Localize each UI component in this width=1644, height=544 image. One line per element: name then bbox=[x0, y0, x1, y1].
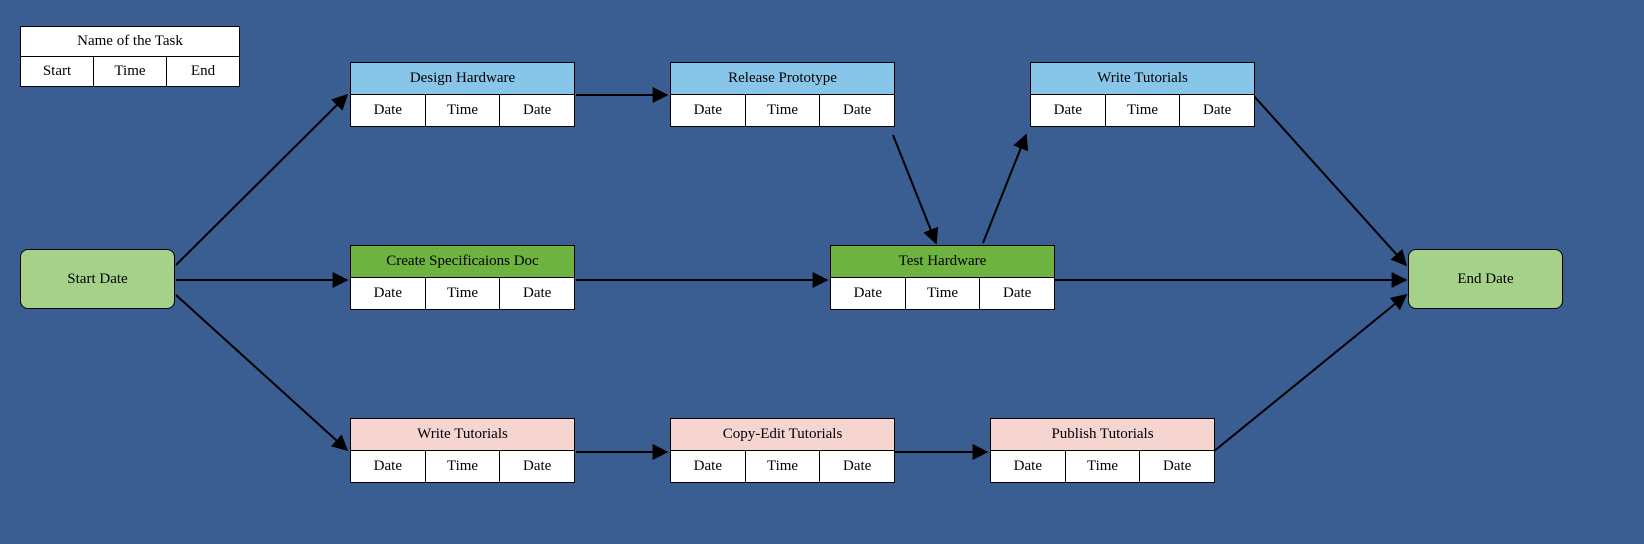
cell-time: Time bbox=[426, 278, 501, 309]
task-copy-edit-tutorials: Copy-Edit Tutorials Date Time Date bbox=[670, 418, 895, 483]
task-title: Test Hardware bbox=[831, 246, 1054, 278]
cell-end: Date bbox=[1140, 451, 1214, 482]
start-node: Start Date bbox=[20, 249, 175, 309]
task-write-tutorials-bottom: Write Tutorials Date Time Date bbox=[350, 418, 575, 483]
legend-box: Name of the Task Start Time End bbox=[20, 26, 240, 87]
cell-start: Date bbox=[351, 278, 426, 309]
cell-start: Date bbox=[351, 451, 426, 482]
cell-start: Date bbox=[671, 451, 746, 482]
task-publish-tutorials: Publish Tutorials Date Time Date bbox=[990, 418, 1215, 483]
cell-time: Time bbox=[1066, 451, 1141, 482]
task-write-tutorials-top: Write Tutorials Date Time Date bbox=[1030, 62, 1255, 127]
cell-end: Date bbox=[500, 278, 574, 309]
cell-time: Time bbox=[906, 278, 981, 309]
end-node-label: End Date bbox=[1457, 271, 1513, 288]
cell-time: Time bbox=[426, 451, 501, 482]
task-title: Design Hardware bbox=[351, 63, 574, 95]
cell-time: Time bbox=[426, 95, 501, 126]
task-title: Write Tutorials bbox=[351, 419, 574, 451]
task-title: Release Prototype bbox=[671, 63, 894, 95]
end-node: End Date bbox=[1408, 249, 1563, 309]
cell-start: Date bbox=[351, 95, 426, 126]
cell-end: Date bbox=[500, 451, 574, 482]
cell-end: Date bbox=[500, 95, 574, 126]
cell-time: Time bbox=[746, 451, 821, 482]
cell-start: Date bbox=[671, 95, 746, 126]
cell-time: Time bbox=[1106, 95, 1181, 126]
task-title: Write Tutorials bbox=[1031, 63, 1254, 95]
legend-col-end: End bbox=[167, 57, 239, 86]
cell-end: Date bbox=[820, 451, 894, 482]
cell-start: Date bbox=[991, 451, 1066, 482]
task-title: Copy-Edit Tutorials bbox=[671, 419, 894, 451]
legend-col-start: Start bbox=[21, 57, 94, 86]
legend-col-time: Time bbox=[94, 57, 167, 86]
cell-end: Date bbox=[820, 95, 894, 126]
cell-end: Date bbox=[980, 278, 1054, 309]
task-title: Create Specificaions Doc bbox=[351, 246, 574, 278]
cell-end: Date bbox=[1180, 95, 1254, 126]
cell-time: Time bbox=[746, 95, 821, 126]
diagram-canvas: Name of the Task Start Time End Start Da… bbox=[0, 0, 1644, 544]
cell-start: Date bbox=[831, 278, 906, 309]
legend-title: Name of the Task bbox=[21, 27, 239, 57]
task-test-hardware: Test Hardware Date Time Date bbox=[830, 245, 1055, 310]
task-title: Publish Tutorials bbox=[991, 419, 1214, 451]
task-create-specifications-doc: Create Specificaions Doc Date Time Date bbox=[350, 245, 575, 310]
task-release-prototype: Release Prototype Date Time Date bbox=[670, 62, 895, 127]
task-design-hardware: Design Hardware Date Time Date bbox=[350, 62, 575, 127]
start-node-label: Start Date bbox=[67, 271, 127, 288]
cell-start: Date bbox=[1031, 95, 1106, 126]
